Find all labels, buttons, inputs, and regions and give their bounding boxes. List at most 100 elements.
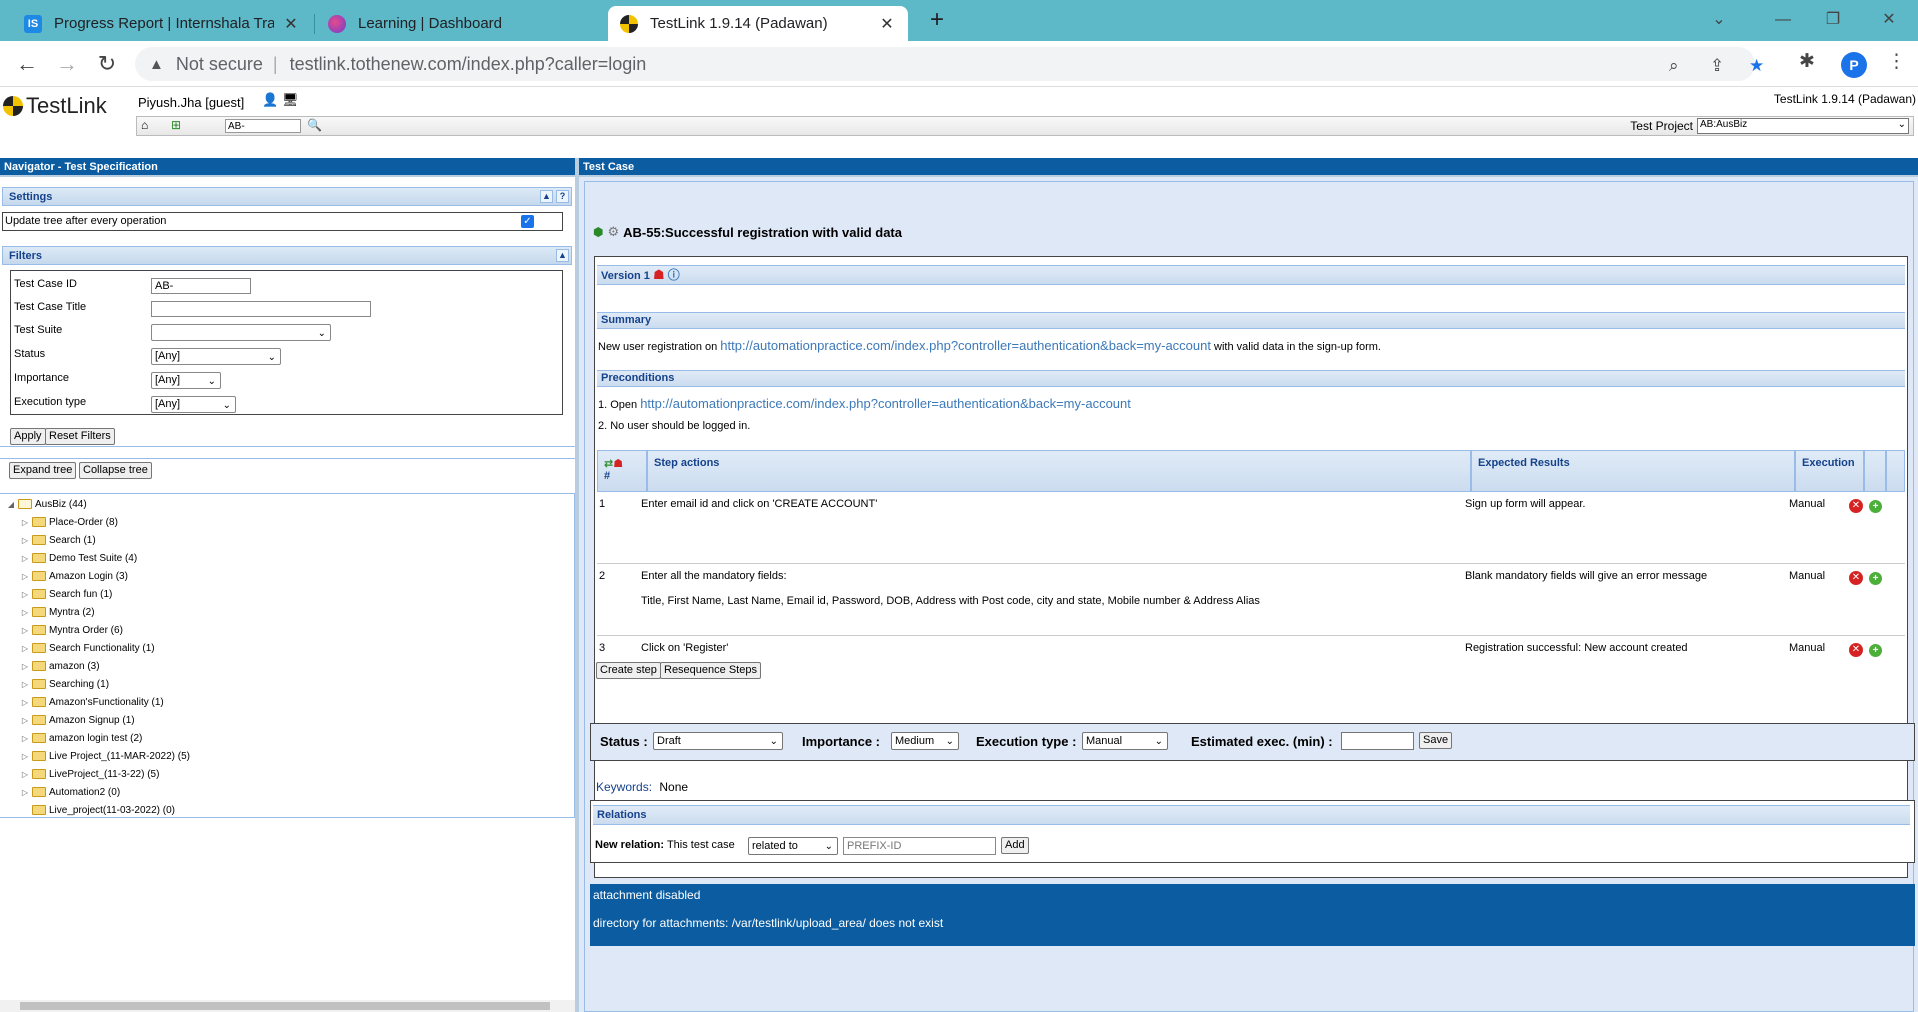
- collapsed-triangle-icon[interactable]: ▷: [20, 536, 30, 545]
- add-step-icon[interactable]: +: [1869, 500, 1882, 513]
- test-project-select[interactable]: AB:AusBiz ⌄: [1697, 118, 1909, 134]
- tree-node[interactable]: ▷ Amazon Login (3): [20, 568, 128, 584]
- tree-node[interactable]: ▷ Myntra (2): [20, 604, 95, 620]
- collapsed-triangle-icon[interactable]: ▷: [20, 590, 30, 599]
- relation-target-input[interactable]: [843, 837, 996, 855]
- tree-node[interactable]: ▷ Search fun (1): [20, 586, 112, 602]
- tree-node[interactable]: ▷ Myntra Order (6): [20, 622, 123, 638]
- close-window-button[interactable]: ✕: [1866, 6, 1912, 34]
- table-row[interactable]: 1 Enter email id and click on 'CREATE AC…: [597, 492, 1905, 564]
- delete-step-icon[interactable]: ✕: [1849, 499, 1863, 513]
- collapsed-triangle-icon[interactable]: ▷: [20, 662, 30, 671]
- importance-filter-select[interactable]: [Any] ⌄: [151, 372, 221, 389]
- tree-node[interactable]: ▷ Search (1): [20, 532, 96, 548]
- collapsed-triangle-icon[interactable]: ▷: [20, 770, 30, 779]
- test-spec-icon[interactable]: ⊞: [171, 118, 181, 132]
- collapsed-triangle-icon[interactable]: ▷: [20, 572, 30, 581]
- ghost-icon[interactable]: ☗: [653, 267, 665, 282]
- ghost-icon[interactable]: ☗: [613, 458, 623, 470]
- export-icon[interactable]: ⬢: [593, 225, 603, 239]
- execution-type-select[interactable]: Manual ⌄: [1082, 732, 1168, 750]
- tree-node[interactable]: ▷ Amazon'sFunctionality (1): [20, 694, 164, 710]
- tree-node[interactable]: ▷ amazon (3): [20, 658, 100, 674]
- apply-filters-button[interactable]: Apply: [10, 428, 46, 445]
- expand-tree-button[interactable]: Expand tree: [9, 462, 77, 479]
- share-icon[interactable]: ⇪: [1710, 56, 1724, 76]
- resequence-steps-button[interactable]: Resequence Steps: [660, 662, 761, 679]
- test-case-id-input[interactable]: AB-: [151, 278, 251, 294]
- minimize-button[interactable]: —: [1760, 6, 1806, 34]
- delete-step-icon[interactable]: ✕: [1849, 571, 1863, 585]
- add-step-icon[interactable]: +: [1869, 572, 1882, 585]
- reload-icon[interactable]: ↻: [93, 50, 121, 78]
- extensions-puzzle-icon[interactable]: ✱: [1799, 50, 1815, 73]
- add-relation-button[interactable]: Add: [1001, 837, 1029, 854]
- tab-search-chevron-icon[interactable]: ⌄: [1696, 6, 1742, 34]
- reset-filters-button[interactable]: Reset Filters: [45, 428, 115, 445]
- collapsed-triangle-icon[interactable]: ▷: [20, 734, 30, 743]
- reorder-icon[interactable]: ⇄: [604, 458, 613, 470]
- info-icon[interactable]: ⓘ: [668, 268, 680, 282]
- create-step-button[interactable]: Create step: [596, 662, 661, 679]
- tab-progress-report[interactable]: IS Progress Report | Internshala Trai ✕: [12, 6, 312, 41]
- collapse-up-icon[interactable]: ▲: [556, 249, 569, 262]
- not-secure-label[interactable]: Not secure: [176, 54, 263, 75]
- collapse-tree-button[interactable]: Collapse tree: [79, 462, 152, 479]
- summary-link[interactable]: http://automationpractice.com/index.php?…: [720, 338, 1211, 353]
- status-select[interactable]: Draft ⌄: [653, 732, 783, 750]
- expanded-triangle-icon[interactable]: ◢: [6, 500, 16, 509]
- tree-node[interactable]: ▷ Place-Order (8): [20, 514, 118, 530]
- test-suite-select[interactable]: ⌄: [151, 324, 331, 341]
- relation-type-select[interactable]: related to ⌄: [748, 837, 838, 855]
- scrollbar-thumb[interactable]: [20, 1002, 550, 1010]
- tab-learning-dashboard[interactable]: Learning | Dashboard: [316, 6, 606, 41]
- browser-menu-icon[interactable]: ⋮: [1887, 50, 1906, 73]
- tree-node[interactable]: ▷ Search Functionality (1): [20, 640, 155, 656]
- search-icon[interactable]: 🔍: [307, 118, 322, 132]
- test-case-title-input[interactable]: [151, 301, 371, 317]
- tree-node[interactable]: ▷ Searching (1): [20, 676, 109, 692]
- precondition-link[interactable]: http://automationpractice.com/index.php?…: [640, 396, 1131, 411]
- testlink-logo[interactable]: TestLink: [3, 93, 107, 119]
- collapsed-triangle-icon[interactable]: ▷: [20, 698, 30, 707]
- forward-arrow-icon[interactable]: →: [53, 50, 81, 78]
- home-icon[interactable]: ⌂: [141, 118, 148, 132]
- close-tab-icon[interactable]: ✕: [878, 14, 896, 34]
- gear-icon[interactable]: ⚙: [607, 224, 619, 240]
- importance-select[interactable]: Medium ⌄: [891, 732, 959, 750]
- collapsed-triangle-icon[interactable]: ▷: [20, 644, 30, 653]
- collapsed-triangle-icon[interactable]: ▷: [20, 752, 30, 761]
- close-tab-icon[interactable]: ✕: [282, 14, 300, 34]
- warning-triangle-icon[interactable]: ▲: [149, 56, 164, 73]
- address-bar[interactable]: ▲ Not secure | testlink.tothenew.com/ind…: [135, 47, 1764, 81]
- estimated-exec-input[interactable]: [1341, 732, 1414, 750]
- tree-node[interactable]: ▷ amazon login test (2): [20, 730, 142, 746]
- status-filter-select[interactable]: [Any] ⌄: [151, 348, 281, 365]
- logout-icon[interactable]: 🖥: [282, 92, 299, 108]
- zoom-magnifier-icon[interactable]: ⌕: [1669, 56, 1679, 76]
- collapsed-triangle-icon[interactable]: ▷: [20, 788, 30, 797]
- tab-testlink[interactable]: TestLink 1.9.14 (Padawan) ✕: [608, 6, 908, 41]
- collapsed-triangle-icon[interactable]: ▷: [20, 608, 30, 617]
- add-step-icon[interactable]: +: [1869, 644, 1882, 657]
- tree-node[interactable]: ▷ Automation2 (0): [20, 784, 120, 800]
- tree-node[interactable]: ▷ Amazon Signup (1): [20, 712, 135, 728]
- table-row[interactable]: 2 Enter all the mandatory fields: Title,…: [597, 564, 1905, 636]
- collapsed-triangle-icon[interactable]: ▷: [20, 680, 30, 689]
- horizontal-scrollbar[interactable]: [0, 1000, 575, 1012]
- collapse-up-icon[interactable]: ▲: [540, 190, 553, 203]
- help-icon[interactable]: ?: [556, 190, 569, 203]
- back-arrow-icon[interactable]: ←: [13, 50, 41, 78]
- collapsed-triangle-icon[interactable]: ▷: [20, 518, 30, 527]
- tree-root[interactable]: ◢ AusBiz (44): [6, 496, 87, 512]
- tree-node[interactable]: Live_project(11-03-2022) (0): [20, 802, 175, 818]
- tree-node[interactable]: ▷ LiveProject_(11-3-22) (5): [20, 766, 160, 782]
- bookmark-star-icon[interactable]: ★: [1749, 56, 1764, 76]
- save-button[interactable]: Save: [1419, 732, 1453, 749]
- profile-avatar[interactable]: P: [1841, 52, 1867, 78]
- collapsed-triangle-icon[interactable]: ▷: [20, 626, 30, 635]
- exec-type-filter-select[interactable]: [Any] ⌄: [151, 396, 236, 413]
- tree-node[interactable]: ▷ Demo Test Suite (4): [20, 550, 137, 566]
- collapsed-triangle-icon[interactable]: ▷: [20, 554, 30, 563]
- user-settings-icon[interactable]: 👤: [262, 92, 278, 108]
